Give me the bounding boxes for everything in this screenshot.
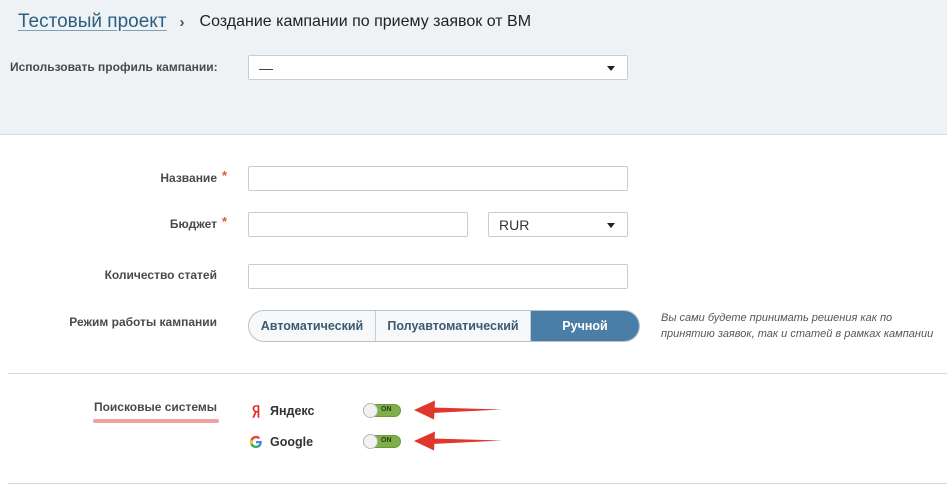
yandex-logo-icon	[248, 403, 264, 419]
required-mark: *	[222, 214, 228, 229]
search-engines-label: Поисковые системы	[93, 400, 217, 414]
mode-automatic-button[interactable]: Автоматический	[249, 311, 376, 341]
toggle-knob	[363, 434, 378, 449]
required-mark: *	[222, 168, 228, 183]
annotation-arrow-icon	[414, 431, 502, 451]
campaign-mode-label: Режим работы кампании	[69, 315, 217, 329]
section-divider	[8, 483, 947, 484]
profile-select-value: —	[259, 59, 273, 76]
toggle-state-label: ON	[381, 437, 392, 444]
budget-label: Бюджет	[169, 217, 217, 231]
breadcrumb-separator-icon: ›	[179, 13, 185, 31]
profile-select[interactable]: —	[248, 55, 628, 80]
toggle-state-label: ON	[381, 406, 392, 413]
toggle-knob	[363, 403, 378, 418]
chevron-down-icon	[607, 65, 615, 71]
currency-select-value: RUR	[499, 216, 530, 233]
search-engine-yandex: Яндекс	[248, 402, 314, 420]
annotation-arrow-icon	[414, 400, 502, 420]
google-logo-icon	[248, 434, 264, 450]
name-input[interactable]	[248, 166, 628, 191]
campaign-mode-hint: Вы сами будете принимать решения как по …	[661, 312, 934, 340]
yandex-toggle[interactable]: ON	[363, 403, 401, 418]
chevron-down-icon	[607, 222, 615, 228]
annotation-underline	[93, 419, 219, 423]
campaign-mode-switch: Автоматический Полуавтоматический Ручной	[248, 310, 640, 342]
search-engine-google: Google	[248, 433, 313, 451]
search-engine-name: Яндекс	[270, 404, 315, 418]
mode-manual-button[interactable]: Ручной	[531, 311, 639, 341]
mode-semiautomatic-button[interactable]: Полуавтоматический	[376, 311, 531, 341]
profile-label: Использовать профиль кампании:	[10, 60, 218, 74]
campaign-create-page: Тестовый проект › Создание кампании по п…	[0, 0, 947, 485]
breadcrumb-project-link[interactable]: Тестовый проект	[18, 11, 167, 33]
section-divider	[8, 373, 947, 374]
breadcrumb: Тестовый проект › Создание кампании по п…	[18, 10, 531, 34]
search-engine-name: Google	[270, 435, 314, 449]
google-toggle[interactable]: ON	[363, 434, 401, 449]
articles-count-input[interactable]	[248, 264, 628, 289]
budget-input[interactable]	[248, 212, 468, 237]
currency-select[interactable]: RUR	[488, 212, 628, 237]
articles-count-label: Количество статей	[104, 268, 217, 282]
name-label: Название	[160, 171, 217, 185]
page-title: Создание кампании по приему заявок от ВМ	[199, 13, 532, 30]
